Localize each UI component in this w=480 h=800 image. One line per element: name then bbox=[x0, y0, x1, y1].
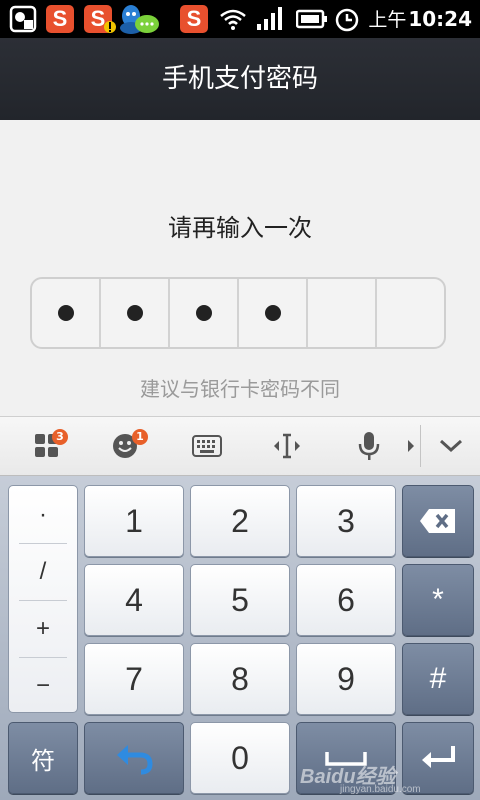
star-key[interactable]: * bbox=[402, 564, 474, 636]
key-3[interactable]: 3 bbox=[296, 485, 396, 557]
voice-button[interactable] bbox=[344, 417, 394, 475]
ime-toolbar: 3 1 bbox=[0, 416, 480, 476]
apps-badge: 3 bbox=[52, 429, 68, 445]
emoji-badge: 1 bbox=[132, 429, 148, 445]
key-7[interactable]: 7 bbox=[84, 643, 184, 715]
key-4[interactable]: 4 bbox=[84, 564, 184, 636]
keyboard-switch-button[interactable] bbox=[182, 417, 232, 475]
pin-cell bbox=[239, 279, 308, 347]
key-1[interactable]: 1 bbox=[84, 485, 184, 557]
status-bar: S S S 上午 10:24 bbox=[0, 0, 480, 38]
apps-button[interactable]: 3 bbox=[22, 417, 72, 475]
collapse-keyboard-button[interactable] bbox=[428, 417, 474, 475]
battery-icon bbox=[296, 4, 328, 34]
password-hint: 建议与银行卡密码不同 bbox=[140, 377, 340, 401]
toolbar-divider bbox=[420, 425, 421, 467]
key-9[interactable]: 9 bbox=[296, 643, 396, 715]
sogou-icon: S bbox=[180, 4, 208, 34]
signal-icon bbox=[256, 4, 284, 34]
collapse-icon bbox=[439, 439, 463, 453]
pin-dot bbox=[57, 305, 74, 321]
page-title: 手机支付密码 bbox=[0, 38, 480, 120]
alarm-icon bbox=[334, 4, 360, 34]
password-prompt: 请再输入一次 bbox=[168, 214, 312, 242]
keyboard-icon bbox=[192, 435, 222, 457]
sogou-alert-icon: S bbox=[84, 4, 116, 34]
pin-cell bbox=[101, 279, 170, 347]
enter-icon bbox=[422, 746, 455, 768]
sogou-icon: S bbox=[46, 4, 74, 34]
pin-cell bbox=[377, 279, 444, 347]
key-5[interactable]: 5 bbox=[190, 564, 290, 636]
pin-cell bbox=[32, 279, 101, 347]
wifi-icon bbox=[220, 4, 246, 34]
cursor-button[interactable] bbox=[262, 417, 312, 475]
numeric-keyboard: · / + − 1 2 3 4 5 6 * 7 8 9 # 符 0 bbox=[0, 476, 480, 800]
hash-key[interactable]: # bbox=[402, 643, 474, 715]
symbol-key-minus[interactable]: − bbox=[9, 657, 77, 714]
symbol-switch-key[interactable]: 符 bbox=[8, 722, 78, 794]
backspace-key[interactable] bbox=[402, 485, 474, 557]
more-button[interactable] bbox=[404, 417, 418, 475]
key-6[interactable]: 6 bbox=[296, 564, 396, 636]
microphone-icon bbox=[358, 432, 380, 460]
key-8[interactable]: 8 bbox=[190, 643, 290, 715]
status-clock: 上午 10:24 bbox=[368, 7, 472, 31]
record-icon bbox=[8, 4, 38, 34]
pin-dot bbox=[195, 305, 212, 321]
watermark-url: jingyan.baidu.com bbox=[340, 784, 421, 795]
wechat-icon bbox=[134, 12, 160, 38]
symbol-key-slash[interactable]: / bbox=[9, 543, 77, 600]
pin-dot bbox=[264, 305, 281, 321]
password-input[interactable] bbox=[30, 277, 446, 349]
pin-cell bbox=[308, 279, 377, 347]
cursor-icon bbox=[274, 433, 300, 459]
key-0[interactable]: 0 bbox=[190, 722, 290, 794]
symbol-column: · / + − bbox=[8, 485, 78, 713]
backspace-icon bbox=[420, 509, 455, 533]
pin-dot bbox=[126, 305, 143, 321]
symbol-key-dot[interactable]: · bbox=[9, 486, 77, 543]
key-2[interactable]: 2 bbox=[190, 485, 290, 557]
return-icon bbox=[117, 745, 153, 775]
more-arrow-icon bbox=[408, 440, 414, 452]
symbol-key-plus[interactable]: + bbox=[9, 600, 77, 657]
return-key[interactable] bbox=[84, 722, 184, 794]
pin-cell bbox=[170, 279, 239, 347]
emoji-button[interactable]: 1 bbox=[100, 417, 150, 475]
